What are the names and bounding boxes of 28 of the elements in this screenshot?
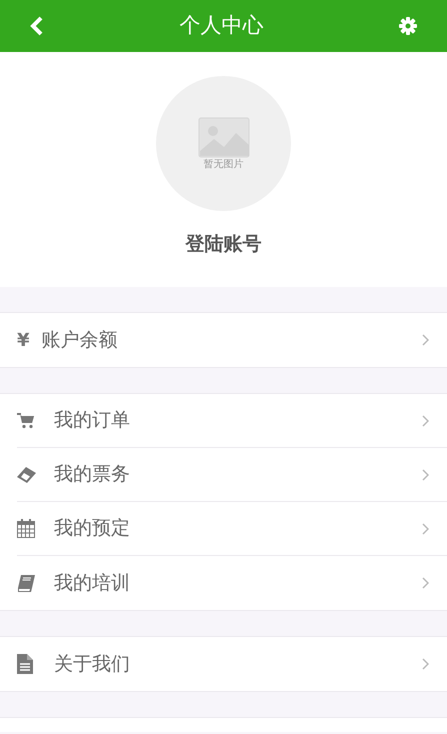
menu-item[interactable]: 我的培训 — [17, 556, 447, 610]
document-icon — [17, 654, 33, 674]
placeholder-caption: 暂无图片 — [204, 160, 244, 170]
calendar-icon — [17, 519, 35, 538]
menu-label: 我的票务 — [54, 462, 131, 488]
yen-icon: ¥ — [17, 326, 30, 354]
chevron-icon — [422, 468, 429, 480]
ticket-icon — [17, 466, 37, 484]
menu-label: 我的预定 — [54, 516, 131, 542]
chevron-icon — [422, 414, 429, 426]
image-icon — [198, 117, 250, 158]
menu-item[interactable]: 我的订单 — [17, 394, 447, 448]
menu-label: 我的培训 — [54, 570, 131, 596]
cart-icon — [17, 412, 35, 428]
book-icon — [17, 574, 35, 592]
menu-item[interactable]: 我的预定 — [17, 502, 447, 556]
menu-label: 关于我们 — [54, 652, 131, 677]
account-name: 登陆账号 — [186, 232, 262, 257]
back-icon[interactable] — [30, 16, 44, 36]
chevron-icon — [422, 334, 429, 346]
page-title: 个人中心 — [180, 12, 264, 40]
chevron-icon — [422, 577, 429, 589]
chevron-icon — [422, 658, 429, 670]
menu-item[interactable]: 我的票务 — [17, 448, 447, 502]
chevron-icon — [422, 522, 429, 534]
settings-icon[interactable] — [399, 17, 417, 35]
menu-label: 我的订单 — [54, 408, 131, 434]
menu-label: 账户余额 — [42, 328, 119, 353]
